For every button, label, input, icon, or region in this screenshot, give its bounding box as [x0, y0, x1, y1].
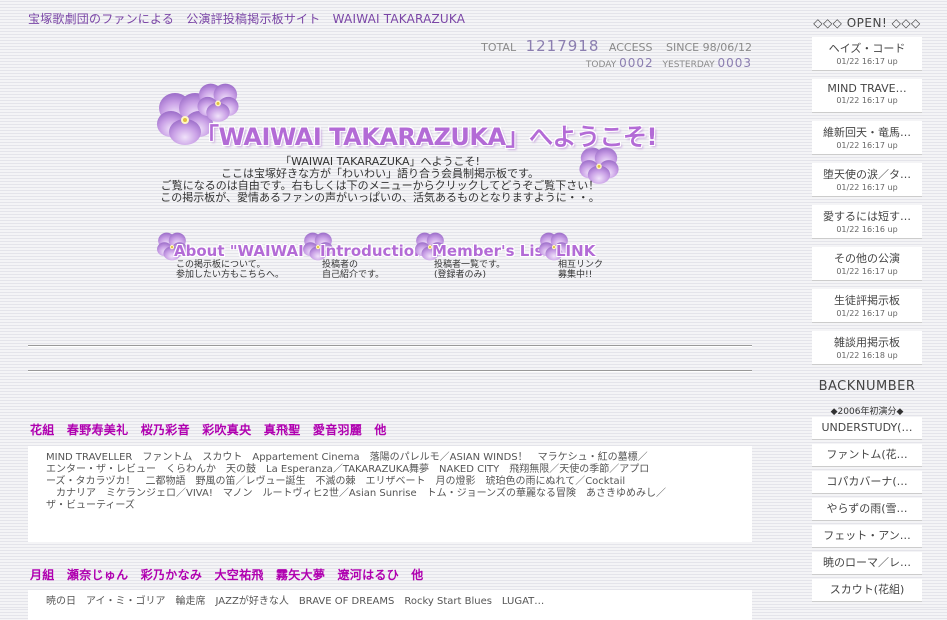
performance-line[interactable]: カナリア ミケランジェロ／VIVA! マノン ルートヴィヒ2世／Asian Su…: [46, 488, 734, 500]
board-title: 雑談用掲示板: [834, 336, 900, 349]
performance-line[interactable]: ーズ・タカラヅカ！ 二都物語 野風の笛／レヴュー誕生 不滅の棘 エリザベート 月…: [46, 476, 734, 488]
troupe-heading-hana[interactable]: 花組 春野寿美礼 桜乃彩音 彩吹真央 真飛聖 愛音羽麗 他: [30, 421, 387, 438]
backnumber-year: ◆2006年初演分◆: [830, 407, 904, 417]
performance-line[interactable]: MIND TRAVELLER ファントム スカウト Appartement Ci…: [46, 452, 734, 464]
total-value: 1217918: [525, 37, 600, 55]
backnumber-item[interactable]: 暁のローマ／レ…: [812, 552, 922, 575]
menu-desc: 投稿者の: [322, 260, 359, 270]
performance-line[interactable]: ザ・ビューティーズ: [46, 500, 734, 512]
today-value: 0002: [619, 56, 654, 70]
yesterday-label: YESTERDAY: [662, 60, 715, 70]
open-board-button[interactable]: 生徒評掲示板 01/22 16:17 up: [812, 289, 922, 323]
backnumber-item[interactable]: やらずの雨(雪…: [812, 498, 922, 521]
today-label: TODAY: [585, 60, 617, 70]
open-board-button[interactable]: ヘイズ・コード 01/22 16:17 up: [812, 37, 922, 71]
board-updated: 01/22 16:16 up: [836, 225, 898, 234]
menu-members-list[interactable]: Member's List 投稿者一覧です。 (登録者のみ): [414, 230, 551, 280]
menu-desc: 相互リンク: [558, 260, 604, 270]
total-label: TOTAL: [481, 41, 517, 54]
menu-label[interactable]: Introduction: [320, 242, 425, 260]
open-heading: ◇◇◇ OPEN! ◇◇◇: [813, 16, 921, 30]
welcome-message: 「WAIWAI TAKARAZUKA」へようこそ! ここは宝塚好きな方が「わいわ…: [160, 156, 600, 204]
board-updated: 01/22 16:17 up: [836, 267, 898, 276]
menu-label[interactable]: LINK: [556, 242, 601, 260]
troupe-heading-tsuki[interactable]: 月組 瀬奈じゅん 彩乃かなみ 大空祐飛 霧矢大夢 遼河はるひ 他: [30, 566, 424, 583]
open-board-button[interactable]: 堕天使の涙／タ… 01/22 16:17 up: [812, 163, 922, 197]
divider: [28, 370, 752, 372]
backnumber-item[interactable]: フェット・アン…: [812, 525, 922, 548]
menu-desc: 募集中!!: [558, 270, 593, 280]
site-tagline: 宝塚歌劇団のファンによる 公演評投稿掲示板サイト WAIWAI TAKARAZU…: [28, 12, 466, 26]
menu-about-waiwai[interactable]: About "WAIWAI" この掲示板について。 参加したい方もこちらへ。: [156, 230, 311, 280]
board-title: 維新回天・竜馬…: [823, 126, 911, 139]
board-title: 愛するには短す…: [823, 210, 911, 223]
menu-label[interactable]: About "WAIWAI": [174, 242, 311, 260]
access-label: ACCESS: [608, 41, 653, 54]
open-board-button[interactable]: その他の公演 01/22 16:17 up: [812, 247, 922, 281]
performance-line[interactable]: エンター・ザ・レビュー くらわんか 天の鼓 La Esperanza／TAKAR…: [46, 464, 734, 476]
open-board-button[interactable]: MIND TRAVE… 01/22 16:17 up: [812, 79, 922, 113]
backnumber-item[interactable]: スカウト(花組): [812, 579, 922, 602]
board-updated: 01/22 16:18 up: [836, 351, 898, 360]
divider: [28, 345, 752, 347]
yesterday-value: 0003: [717, 56, 752, 70]
open-board-button[interactable]: 維新回天・竜馬… 01/22 16:17 up: [812, 121, 922, 155]
menu-desc: (登録者のみ): [434, 270, 487, 280]
board-title: MIND TRAVE…: [827, 82, 907, 95]
board-updated: 01/22 16:17 up: [836, 183, 898, 192]
menu-desc: 投稿者一覧です。: [434, 260, 506, 270]
board-title: 生徒評掲示板: [834, 294, 900, 307]
welcome-title: 「WAIWAI TAKARAZUKA」へようこそ!: [195, 123, 657, 151]
welcome-line: この掲示板が、愛情あるファンの声がいっぱいの、活気あるものとなりますように・・。: [160, 191, 600, 204]
access-counter: TOTAL 1217918 ACCESS SINCE 98/06/12 TODA…: [475, 37, 752, 70]
open-board-button[interactable]: 雑談用掲示板 01/22 16:18 up: [812, 331, 922, 365]
board-title: ヘイズ・コード: [828, 42, 906, 55]
board-title: 堕天使の涙／タ…: [823, 168, 911, 181]
open-board-button[interactable]: 愛するには短す… 01/22 16:16 up: [812, 205, 922, 239]
performance-line[interactable]: 暁の日 アイ・ミ・ゴリア 輪走席 JAZZが好きな人 BRAVE OF DREA…: [46, 596, 734, 608]
backnumber-heading: BACKNUMBER: [818, 379, 916, 394]
backnumber-item[interactable]: ファントム(花…: [812, 444, 922, 467]
board-updated: 01/22 16:17 up: [836, 96, 898, 105]
backnumber-item[interactable]: UNDERSTUDY(…: [812, 417, 922, 440]
board-updated: 01/22 16:17 up: [836, 309, 898, 318]
since-label: SINCE 98/06/12: [666, 41, 752, 54]
performance-list-box: MIND TRAVELLER ファントム スカウト Appartement Ci…: [28, 446, 752, 542]
backnumber-item[interactable]: コパカバーナ(…: [812, 471, 922, 494]
menu-label[interactable]: Member's List: [432, 242, 551, 260]
performance-list-box: 暁の日 アイ・ミ・ゴリア 輪走席 JAZZが好きな人 BRAVE OF DREA…: [28, 590, 752, 620]
menu-desc: 参加したい方もこちらへ。: [176, 270, 285, 280]
menu-link[interactable]: LINK 相互リンク 募集中!!: [538, 230, 603, 280]
menu-desc: この掲示板について。: [176, 260, 266, 270]
board-title: その他の公演: [834, 252, 900, 265]
board-updated: 01/22 16:17 up: [836, 57, 898, 66]
menu-desc: 自己紹介です。: [322, 270, 385, 280]
board-updated: 01/22 16:17 up: [836, 141, 898, 150]
menu-introduction[interactable]: Introduction 投稿者の 自己紹介です。: [302, 230, 425, 280]
